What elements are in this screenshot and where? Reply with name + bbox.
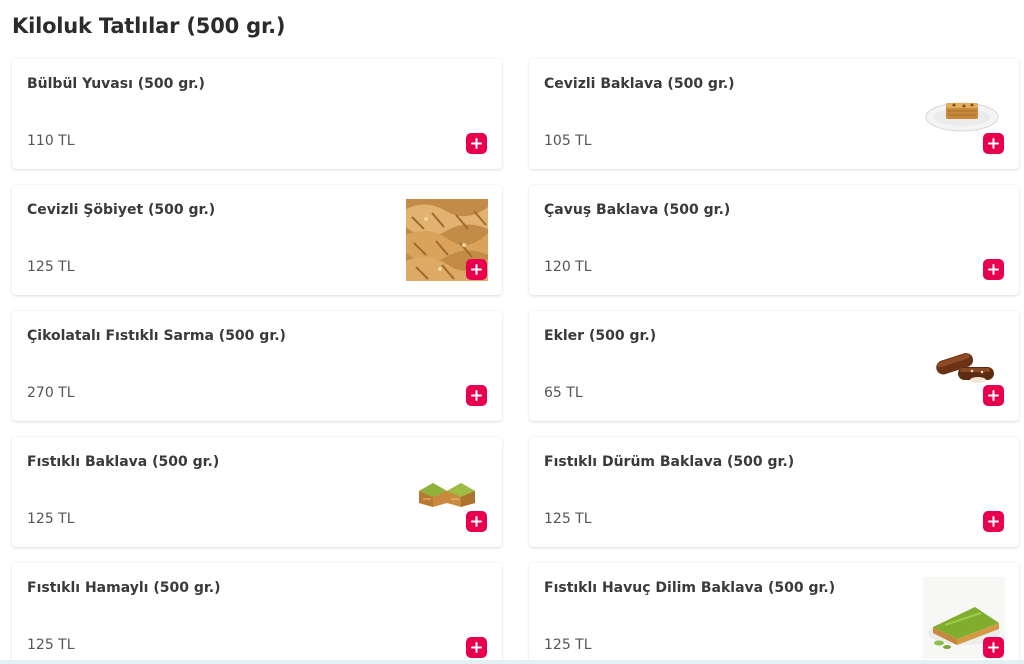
product-price: 125 TL bbox=[27, 259, 75, 275]
product-name: Cevizli Baklava (500 gr.) bbox=[544, 76, 735, 92]
product-price: 125 TL bbox=[544, 637, 592, 653]
product-image bbox=[419, 483, 475, 507]
product-grid: Bülbül Yuvası (500 gr.) 110 TL Cevizli B… bbox=[0, 0, 1024, 664]
product-card-bulbul-yuvasi[interactable]: Bülbül Yuvası (500 gr.) 110 TL bbox=[12, 59, 502, 169]
add-to-cart-button[interactable] bbox=[983, 637, 1004, 658]
product-price: 120 TL bbox=[544, 259, 592, 275]
plus-icon bbox=[988, 642, 999, 653]
product-price: 270 TL bbox=[27, 385, 75, 401]
add-to-cart-button[interactable] bbox=[983, 511, 1004, 532]
product-price: 125 TL bbox=[544, 511, 592, 527]
plus-icon bbox=[471, 138, 482, 149]
product-card-cevizli-baklava[interactable]: Cevizli Baklava (500 gr.) 105 TL bbox=[529, 59, 1019, 169]
product-name: Çavuş Baklava (500 gr.) bbox=[544, 202, 731, 218]
plus-icon bbox=[471, 390, 482, 401]
add-to-cart-button[interactable] bbox=[466, 133, 487, 154]
product-name: Fıstıklı Dürüm Baklava (500 gr.) bbox=[544, 454, 795, 470]
product-image bbox=[936, 353, 994, 383]
product-card-cavus-baklava[interactable]: Çavuş Baklava (500 gr.) 120 TL bbox=[529, 185, 1019, 295]
product-name: Cevizli Şöbiyet (500 gr.) bbox=[27, 202, 216, 218]
add-to-cart-button[interactable] bbox=[983, 385, 1004, 406]
product-name: Fıstıklı Baklava (500 gr.) bbox=[27, 454, 220, 470]
product-card-cikolatali-fistikli-sarma[interactable]: Çikolatalı Fıstıklı Sarma (500 gr.) 270 … bbox=[12, 311, 502, 421]
product-name: Çikolatalı Fıstıklı Sarma (500 gr.) bbox=[27, 328, 286, 344]
plus-icon bbox=[988, 516, 999, 527]
plus-icon bbox=[471, 264, 482, 275]
product-card-fistikli-baklava[interactable]: Fıstıklı Baklava (500 gr.) 125 TL bbox=[12, 437, 502, 547]
product-price: 125 TL bbox=[27, 511, 75, 527]
product-card-fistikli-havuc-dilim-baklava[interactable]: Fıstıklı Havuç Dilim Baklava (500 gr.) 1… bbox=[529, 563, 1019, 664]
product-price: 65 TL bbox=[544, 385, 583, 401]
product-card-fistikli-durum-baklava[interactable]: Fıstıklı Dürüm Baklava (500 gr.) 125 TL bbox=[529, 437, 1019, 547]
plus-icon bbox=[988, 264, 999, 275]
bottom-bar-edge bbox=[0, 660, 1024, 664]
product-image bbox=[925, 102, 999, 132]
product-name: Ekler (500 gr.) bbox=[544, 328, 657, 344]
product-card-ekler[interactable]: Ekler (500 gr.) 65 TL bbox=[529, 311, 1019, 421]
plus-icon bbox=[988, 138, 999, 149]
product-name: Bülbül Yuvası (500 gr.) bbox=[27, 76, 205, 92]
add-to-cart-button[interactable] bbox=[983, 133, 1004, 154]
add-to-cart-button[interactable] bbox=[466, 385, 487, 406]
product-card-cevizli-sobiyet[interactable]: Cevizli Şöbiyet (500 gr.) 125 TL bbox=[12, 185, 502, 295]
product-price: 125 TL bbox=[27, 637, 75, 653]
plus-icon bbox=[471, 516, 482, 527]
plus-icon bbox=[988, 390, 999, 401]
product-name: Fıstıklı Havuç Dilim Baklava (500 gr.) bbox=[544, 580, 836, 596]
product-price: 110 TL bbox=[27, 133, 75, 149]
product-card-fistikli-hamayli[interactable]: Fıstıklı Hamaylı (500 gr.) 125 TL bbox=[12, 563, 502, 664]
add-to-cart-button[interactable] bbox=[983, 259, 1004, 280]
product-name: Fıstıklı Hamaylı (500 gr.) bbox=[27, 580, 221, 596]
add-to-cart-button[interactable] bbox=[466, 259, 487, 280]
add-to-cart-button[interactable] bbox=[466, 511, 487, 532]
add-to-cart-button[interactable] bbox=[466, 637, 487, 658]
plus-icon bbox=[471, 642, 482, 653]
product-price: 105 TL bbox=[544, 133, 592, 149]
